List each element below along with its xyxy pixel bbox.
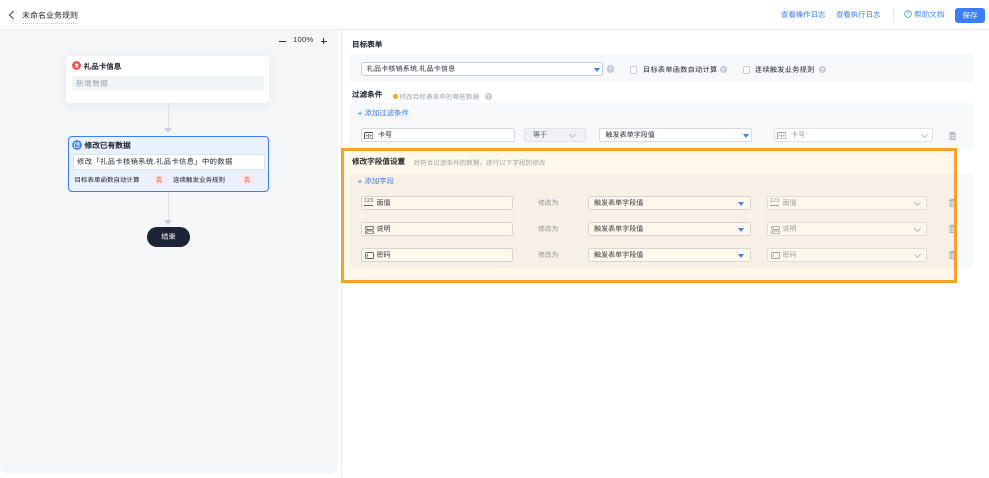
- svg-text:?: ?: [907, 12, 910, 18]
